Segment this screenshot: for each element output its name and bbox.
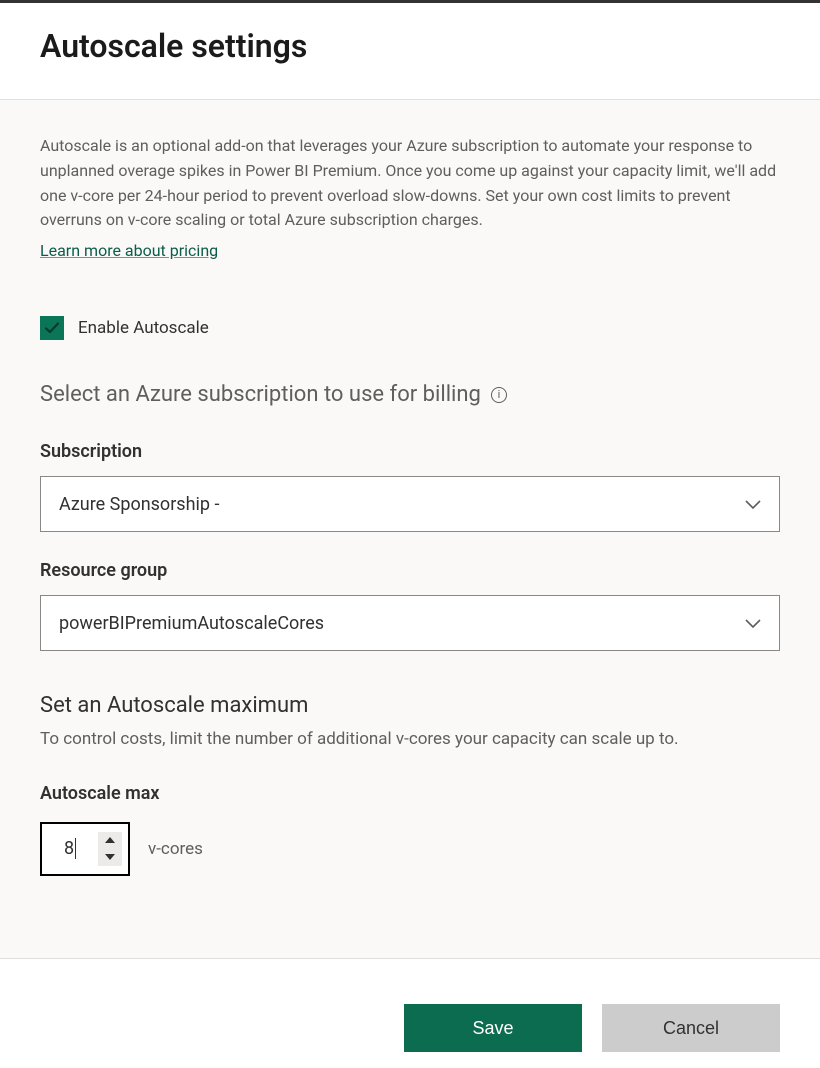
learn-more-pricing-link[interactable]: Learn more about pricing [40, 241, 218, 260]
chevron-down-icon [745, 614, 761, 633]
autoscale-max-units: v-cores [148, 839, 203, 859]
step-down-button[interactable] [98, 849, 122, 866]
subscription-select[interactable]: Azure Sponsorship - [40, 476, 780, 532]
autoscale-max-row: 8 v-cores [40, 822, 780, 876]
info-icon[interactable]: i [491, 387, 507, 403]
autoscale-settings-dialog: Autoscale settings Autoscale is an optio… [0, 0, 820, 1068]
step-up-button[interactable] [98, 832, 122, 849]
max-description: To control costs, limit the number of ad… [40, 726, 780, 752]
billing-heading-text: Select an Azure subscription to use for … [40, 382, 481, 407]
enable-autoscale-checkbox[interactable] [40, 316, 64, 340]
max-heading: Set an Autoscale maximum [40, 693, 780, 718]
checkmark-icon [44, 320, 60, 336]
footer-buttons: Save Cancel [404, 1004, 780, 1052]
enable-autoscale-label: Enable Autoscale [78, 318, 209, 338]
page-title: Autoscale settings [40, 27, 780, 65]
autoscale-max-value: 8 [64, 838, 76, 860]
subscription-value: Azure Sponsorship - [59, 494, 745, 515]
description-text: Autoscale is an optional add-on that lev… [40, 134, 780, 233]
resource-group-value: powerBIPremiumAutoscaleCores [59, 613, 745, 634]
cancel-button[interactable]: Cancel [602, 1004, 780, 1052]
caret-up-icon [105, 837, 115, 843]
resource-group-select[interactable]: powerBIPremiumAutoscaleCores [40, 595, 780, 651]
header: Autoscale settings [0, 3, 820, 99]
enable-autoscale-row: Enable Autoscale [40, 316, 780, 340]
subscription-label: Subscription [40, 441, 780, 462]
spinner-controls [98, 832, 122, 866]
billing-heading: Select an Azure subscription to use for … [40, 382, 780, 407]
autoscale-max-label: Autoscale max [40, 783, 780, 804]
save-button[interactable]: Save [404, 1004, 582, 1052]
settings-panel: Autoscale is an optional add-on that lev… [0, 99, 820, 959]
autoscale-max-input[interactable]: 8 [40, 822, 130, 876]
resource-group-label: Resource group [40, 560, 780, 581]
caret-down-icon [105, 854, 115, 860]
chevron-down-icon [745, 495, 761, 514]
